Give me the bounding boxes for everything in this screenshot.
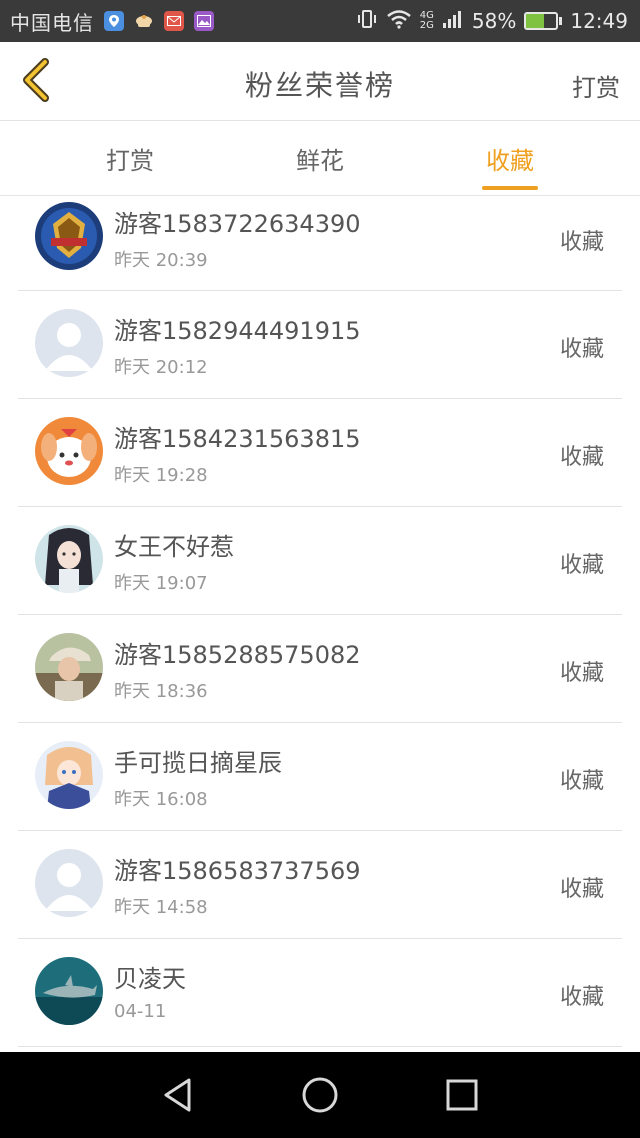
tab-tip-label: 打赏 [106, 146, 154, 175]
tab-flowers-label: 鲜花 [296, 146, 344, 175]
fan-time: 昨天 19:07 [114, 573, 208, 594]
fan-name: 游客1582944491915 [114, 317, 361, 345]
system-nav-bar [0, 1052, 640, 1138]
wifi-icon [386, 9, 412, 34]
list-item[interactable]: 游客1584231563815 昨天 19:28 收藏 [18, 399, 622, 507]
list-item[interactable]: 游客1583722634390 昨天 20:39 收藏 [18, 196, 622, 291]
fan-name: 游客1584231563815 [114, 425, 361, 453]
fan-name: 贝凌天 [114, 965, 186, 993]
fan-name: 游客1585288575082 [114, 641, 361, 669]
nav-home-button[interactable] [295, 1070, 345, 1120]
fan-action-label: 收藏 [559, 769, 604, 794]
tab-favorites[interactable]: 收藏 [430, 121, 590, 195]
active-tab-indicator [482, 186, 538, 190]
battery-icon [524, 12, 563, 30]
fan-action-label: 收藏 [559, 661, 604, 686]
list-item[interactable]: 贝凌天 04-11 收藏 [18, 939, 622, 1047]
tab-bar: 打赏 鲜花 收藏 [0, 121, 640, 196]
anime-girl-avatar [35, 525, 103, 593]
screen: 中国电信 4G 2G 58% 12:49 粉丝荣誉榜 打赏 打赏 鲜花 收藏 游… [0, 0, 640, 1138]
shark-avatar [35, 957, 103, 1025]
tip-button[interactable]: 打赏 [572, 68, 620, 103]
list-item[interactable]: 游客1585288575082 昨天 18:36 收藏 [18, 615, 622, 723]
fan-action-label: 收藏 [559, 877, 604, 902]
game-badge-avatar [35, 202, 103, 270]
fan-name: 女王不好惹 [114, 533, 234, 561]
triangle-back-icon [164, 1078, 191, 1112]
fan-list[interactable]: 游客1583722634390 昨天 20:39 收藏 游客1582944491… [0, 196, 640, 1052]
status-bar: 中国电信 4G 2G 58% 12:49 [0, 0, 640, 42]
gallery-icon [194, 11, 214, 31]
fan-action-label: 收藏 [559, 985, 604, 1010]
tab-tip[interactable]: 打赏 [50, 121, 210, 195]
nav-back-button[interactable] [153, 1070, 203, 1120]
fan-time: 04-11 [114, 1001, 167, 1022]
battery-percent: 58% [471, 9, 517, 33]
teacup-icon [134, 11, 154, 31]
battery-fill [526, 14, 544, 28]
carrier-label: 中国电信 [10, 10, 94, 35]
list-item[interactable]: 手可揽日摘星辰 昨天 16:08 收藏 [18, 723, 622, 831]
fan-name: 手可揽日摘星辰 [114, 749, 282, 777]
tab-favorites-label: 收藏 [486, 146, 534, 175]
fan-time: 昨天 20:39 [114, 250, 208, 271]
fan-time: 昨天 19:28 [114, 465, 208, 486]
fan-action-label: 收藏 [559, 337, 604, 362]
clock: 12:49 [570, 9, 628, 33]
vibrate-icon [356, 8, 378, 35]
network-type: 4G 2G [420, 11, 434, 31]
fan-action-label: 收藏 [559, 553, 604, 578]
signal-icon [442, 9, 464, 34]
page-title: 粉丝荣誉榜 [244, 69, 395, 102]
list-item[interactable]: 女王不好惹 昨天 19:07 收藏 [18, 507, 622, 615]
fan-time: 昨天 16:08 [114, 789, 208, 810]
anime-boy-avatar [35, 741, 103, 809]
cartoon-dog-avatar [35, 417, 103, 485]
tab-flowers[interactable]: 鲜花 [240, 121, 400, 195]
header: 粉丝荣誉榜 打赏 [0, 42, 640, 121]
default-avatar [35, 849, 103, 917]
list-item[interactable]: 游客1586583737569 昨天 14:58 收藏 [18, 831, 622, 939]
list-item[interactable]: 游客1582944491915 昨天 20:12 收藏 [18, 291, 622, 399]
network-bottom-label: 2G [419, 20, 434, 31]
location-icon [104, 11, 124, 31]
fan-time: 昨天 18:36 [114, 681, 208, 702]
square-recents-icon [446, 1079, 478, 1111]
nav-recents-button[interactable] [437, 1070, 487, 1120]
fan-action-label: 收藏 [559, 230, 604, 255]
default-avatar [35, 309, 103, 377]
circle-home-icon [302, 1077, 338, 1113]
fan-action-label: 收藏 [559, 445, 604, 470]
photo-avatar [35, 633, 103, 701]
fan-name: 游客1586583737569 [114, 857, 361, 885]
fan-time: 昨天 14:58 [114, 897, 208, 918]
fan-name: 游客1583722634390 [114, 210, 361, 238]
fan-time: 昨天 20:12 [114, 357, 208, 378]
mail-icon [164, 11, 184, 31]
